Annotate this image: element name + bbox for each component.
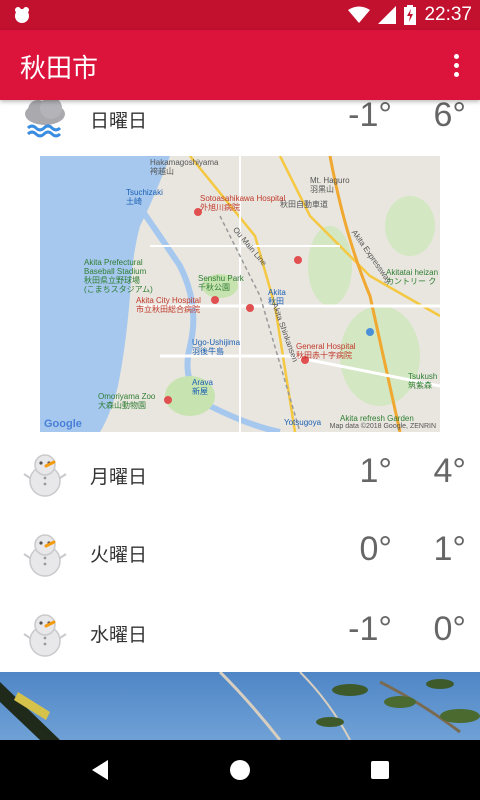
forecast-day: 火曜日 bbox=[90, 544, 148, 566]
notification-icon bbox=[15, 7, 29, 23]
forecast-row-wednesday[interactable]: 水曜日 -1° 0° bbox=[0, 592, 480, 672]
forecast-min-temp: 0° bbox=[359, 530, 392, 568]
map-attribution[interactable]: Map data ©2018 Google, ZENRIN bbox=[330, 423, 436, 430]
map-label: Tsukush 筑紫森 bbox=[408, 372, 438, 390]
forecast-min-temp: 1° bbox=[359, 452, 392, 490]
map-label: Arava 新屋 bbox=[192, 378, 213, 396]
map-label: Ugo-Ushijima 羽後牛島 bbox=[192, 338, 241, 356]
snowman-icon bbox=[23, 454, 67, 497]
back-icon[interactable] bbox=[88, 758, 112, 782]
map-label: Akita Prefectural Baseball Stadium bbox=[84, 258, 147, 276]
page-title: 秋田市 bbox=[20, 54, 99, 84]
map-label: Senshu Park 千秋公園 bbox=[198, 274, 244, 292]
forecast-list[interactable]: 日曜日 -1° 6° Hakamagoshiyama 袴越山 Sotoasahi… bbox=[0, 100, 480, 740]
forecast-max-temp: 6° bbox=[433, 100, 466, 134]
status-bar: 22:37 bbox=[0, 0, 480, 30]
map-label: 秋田自動車道 bbox=[280, 200, 328, 209]
forecast-day: 日曜日 bbox=[90, 110, 148, 132]
status-time: 22:37 bbox=[424, 4, 472, 25]
wifi-icon bbox=[348, 6, 371, 23]
map-view[interactable]: Hakamagoshiyama 袴越山 Sotoasahikawa Hospita… bbox=[40, 156, 440, 432]
background-photo bbox=[0, 672, 480, 740]
forecast-day: 水曜日 bbox=[90, 624, 148, 646]
forecast-row-monday[interactable]: 月曜日 1° 4° bbox=[0, 432, 480, 512]
app-bar: 秋田市 bbox=[0, 30, 480, 100]
google-logo: Google bbox=[44, 418, 82, 430]
forecast-min-temp: -1° bbox=[348, 610, 392, 648]
forecast-max-temp: 4° bbox=[433, 452, 466, 490]
forecast-max-temp: 0° bbox=[433, 610, 466, 648]
map-label: Akitatai heizan カントリー ク bbox=[386, 268, 439, 286]
map-label: Mt. Haguro 羽黒山 bbox=[310, 176, 350, 194]
forecast-min-temp: -1° bbox=[348, 100, 392, 134]
snow-wind-cloud-icon bbox=[25, 100, 65, 138]
map-label: Hakamagoshiyama 袴越山 bbox=[150, 158, 219, 176]
forecast-day: 月曜日 bbox=[90, 466, 148, 488]
map-label: Akita refresh Garden bbox=[340, 414, 414, 423]
home-icon[interactable] bbox=[228, 758, 252, 782]
map-label: 秋田県立野球場 (こまちスタジアム) bbox=[84, 276, 153, 294]
battery-charging-icon bbox=[404, 5, 417, 25]
recents-icon[interactable] bbox=[368, 758, 392, 782]
map-label: General Hospital 秋田赤十字病院 bbox=[296, 342, 356, 360]
map-label: Akita City Hospital 市立秋田総合病院 bbox=[136, 296, 201, 314]
map-label: Yotsugoya bbox=[284, 418, 322, 427]
forecast-row-sunday[interactable]: 日曜日 -1° 6° bbox=[0, 100, 480, 160]
map-label: Tsuchizaki 土崎 bbox=[126, 188, 163, 206]
map-label: Sotoasahikawa Hospital 外旭川病院 bbox=[200, 194, 286, 212]
forecast-row-tuesday[interactable]: 火曜日 0° 1° bbox=[0, 512, 480, 592]
snowman-icon bbox=[23, 614, 67, 657]
signal-icon bbox=[378, 6, 397, 24]
snowman-icon bbox=[23, 534, 67, 577]
forecast-max-temp: 1° bbox=[433, 530, 466, 568]
map-label: Omoriyama Zoo 大森山動物園 bbox=[98, 392, 156, 410]
more-vert-icon[interactable] bbox=[444, 50, 468, 80]
navigation-bar bbox=[0, 740, 480, 800]
